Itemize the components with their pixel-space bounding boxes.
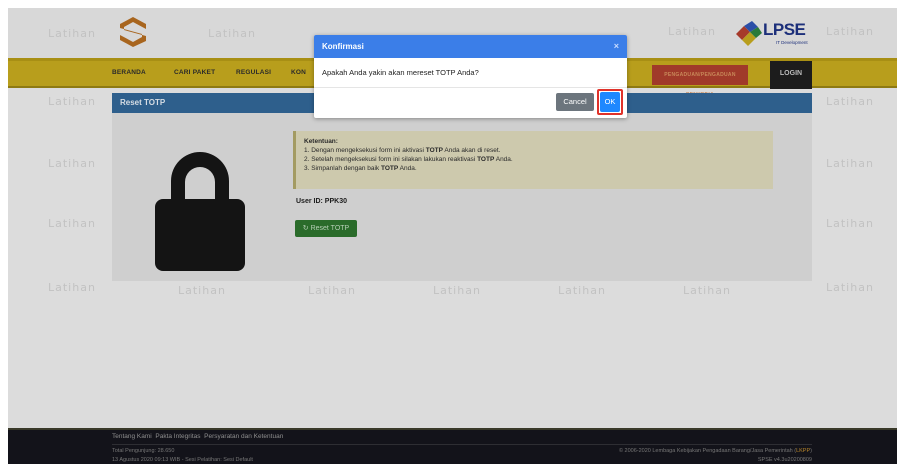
watermark: Latihan [178,284,226,297]
terms-box: Ketentuan: 1. Dengan mengeksekusi form i… [293,131,773,189]
refresh-icon: ↻ [302,225,309,232]
complaint-button[interactable]: PENGADUAN/PENGADUAN PENYEDIA [652,65,748,98]
version: SPSE v4.3u20200809 [757,457,812,463]
terms-line-2: 2. Setelah mengeksekusi form ini silakan… [304,156,513,163]
lpse-logo-text: LPSE [763,20,806,39]
footer-links: Tentang Kami Pakta Integritas Persyarata… [112,433,283,440]
watermark: Latihan [668,25,716,38]
cancel-button[interactable]: Cancel [556,93,594,111]
watermark: Latihan [48,95,96,108]
watermark: Latihan [433,284,481,297]
lock-icon [155,152,245,271]
watermark: Latihan [208,27,256,40]
terms-title: Ketentuan: [304,138,338,145]
nav-item-kontak[interactable]: KON [291,69,306,76]
dialog-header: Konfirmasi × [314,35,627,58]
user-id-value: PPK30 [324,198,347,205]
copyright: © 2006-2020 Lembaga Kebijakan Pengadaan … [618,448,812,454]
dialog-footer: Cancel OK [314,88,627,118]
nav-item-cari-paket[interactable]: CARI PAKET [174,69,215,76]
footer-link-tentang[interactable]: Tentang Kami [112,433,152,440]
reset-totp-button[interactable]: ↻ Reset TOTP [295,220,357,237]
terms-line-3: 3. Simpanlah dengan baik TOTP Anda. [304,165,417,172]
footer-divider [112,444,812,445]
user-id: User ID: PPK30 [296,198,347,205]
lpse-logo-subtitle: IT Development [776,40,808,45]
watermark: Latihan [683,284,731,297]
site-footer: Tentang Kami Pakta Integritas Persyarata… [8,428,897,464]
watermark: Latihan [826,95,874,108]
close-icon[interactable]: × [614,35,619,58]
footer-link-pakta[interactable]: Pakta Integritas [155,433,200,440]
footer-link-persyaratan[interactable]: Persyaratan dan Ketentuan [204,433,283,440]
watermark: Latihan [48,217,96,230]
watermark: Latihan [826,281,874,294]
session-info: 13 Agustus 2020 09:13 WIB - Sesi Pelatih… [112,457,253,463]
user-id-label: User ID: [296,198,323,205]
watermark: Latihan [558,284,606,297]
visitor-count: Total Pengunjung: 28.650 [112,448,175,454]
watermark: Latihan [48,281,96,294]
reset-totp-label: Reset TOTP [310,225,350,232]
watermark: Latihan [48,157,96,170]
dialog-message: Apakah Anda yakin akan mereset TOTP Anda… [314,58,627,88]
lkpp-link[interactable]: LKPP [796,448,810,454]
lpse-logo[interactable]: LPSE IT Development [730,19,812,49]
watermark: Latihan [826,25,874,38]
dialog-title: Konfirmasi [322,42,364,51]
ok-button[interactable]: OK [600,92,620,112]
browser-page: Latihan Latihan Latihan Latihan LPSE IT … [8,8,897,464]
confirm-dialog: Konfirmasi × Apakah Anda yakin akan mere… [314,35,627,118]
nav-item-beranda[interactable]: BERANDA [112,69,146,76]
terms-line-1: 1. Dengan mengeksekusi form ini aktivasi… [304,147,501,154]
watermark: Latihan [826,157,874,170]
watermark: Latihan [48,27,96,40]
login-button[interactable]: LOGIN [770,61,812,89]
watermark: Latihan [826,217,874,230]
watermark: Latihan [308,284,356,297]
nav-item-regulasi[interactable]: REGULASI [236,69,271,76]
site-logo-icon[interactable] [118,16,148,48]
